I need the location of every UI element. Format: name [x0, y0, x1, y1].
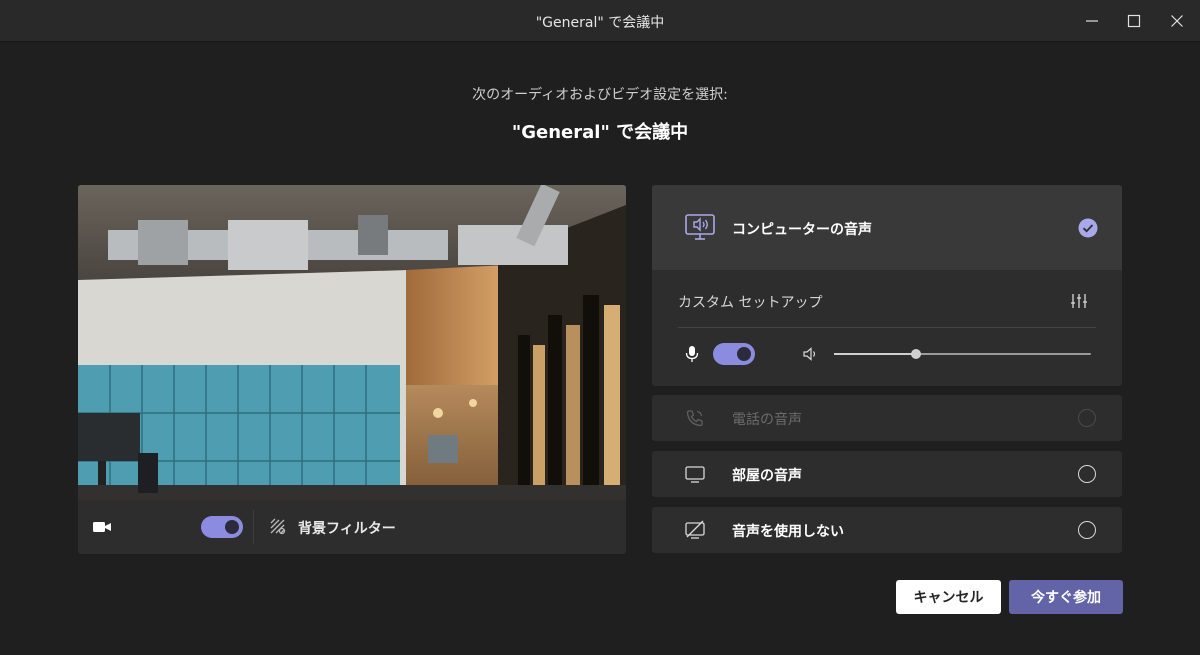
slider-fill: [834, 353, 917, 355]
window-title: "General" で会議中: [535, 15, 665, 31]
phone-audio-icon: [686, 410, 703, 427]
prompt-text: 次のオーディオおよびビデオ設定を選択:: [472, 87, 728, 103]
speaker-icon: [803, 347, 816, 361]
video-controls-bar: 背景フィルター: [78, 500, 626, 554]
custom-setup-label: カスタム セットアップ: [678, 295, 823, 311]
microphone-toggle-knob: [737, 347, 751, 361]
maximize-button[interactable]: [1112, 0, 1156, 42]
room-audio-label: 部屋の音声: [732, 468, 802, 484]
video-preview-card: 背景フィルター: [78, 185, 626, 554]
no-audio-radio[interactable]: [1078, 521, 1096, 539]
divider: [253, 510, 254, 544]
microphone-icon: [685, 346, 699, 362]
background-filter-icon: [270, 518, 286, 535]
no-audio-icon: [685, 520, 705, 539]
computer-audio-label: コンピューターの音声: [732, 222, 872, 238]
phone-audio-option: 電話の音声: [652, 395, 1122, 441]
meeting-title: "General" で会議中: [511, 122, 689, 143]
cancel-button[interactable]: キャンセル: [896, 580, 1001, 614]
join-now-button[interactable]: 今すぐ参加: [1009, 580, 1123, 614]
room-audio-option[interactable]: 部屋の音声: [652, 451, 1122, 497]
slider-thumb[interactable]: [911, 349, 922, 359]
close-icon: [1171, 15, 1183, 27]
close-button[interactable]: [1155, 0, 1199, 42]
camera-icon: [93, 522, 111, 532]
camera-preview-image: [78, 185, 626, 500]
computer-audio-option[interactable]: コンピューターの音声: [652, 185, 1122, 270]
microphone-toggle[interactable]: [713, 343, 755, 365]
phone-audio-label: 電話の音声: [732, 412, 802, 428]
no-audio-label: 音声を使用しない: [732, 524, 844, 540]
no-audio-option[interactable]: 音声を使用しない: [652, 507, 1122, 553]
equalizer-icon[interactable]: [1070, 293, 1088, 309]
computer-audio-icon: [685, 214, 715, 240]
speaker-volume-slider[interactable]: [834, 349, 1091, 359]
minimize-icon: [1086, 20, 1098, 22]
maximize-icon: [1127, 14, 1141, 28]
background-filter-button[interactable]: 背景フィルター: [298, 518, 396, 538]
title-bar: "General" で会議中: [0, 0, 1200, 42]
room-audio-icon: [685, 466, 705, 483]
camera-toggle-knob: [225, 520, 239, 534]
check-icon: [1078, 218, 1098, 238]
camera-toggle[interactable]: [201, 516, 243, 538]
room-audio-radio[interactable]: [1078, 465, 1096, 483]
phone-audio-radio: [1078, 409, 1096, 427]
computer-audio-card: コンピューターの音声 カスタム セットアップ: [652, 185, 1122, 386]
divider: [678, 327, 1096, 328]
minimize-button[interactable]: [1070, 0, 1114, 42]
